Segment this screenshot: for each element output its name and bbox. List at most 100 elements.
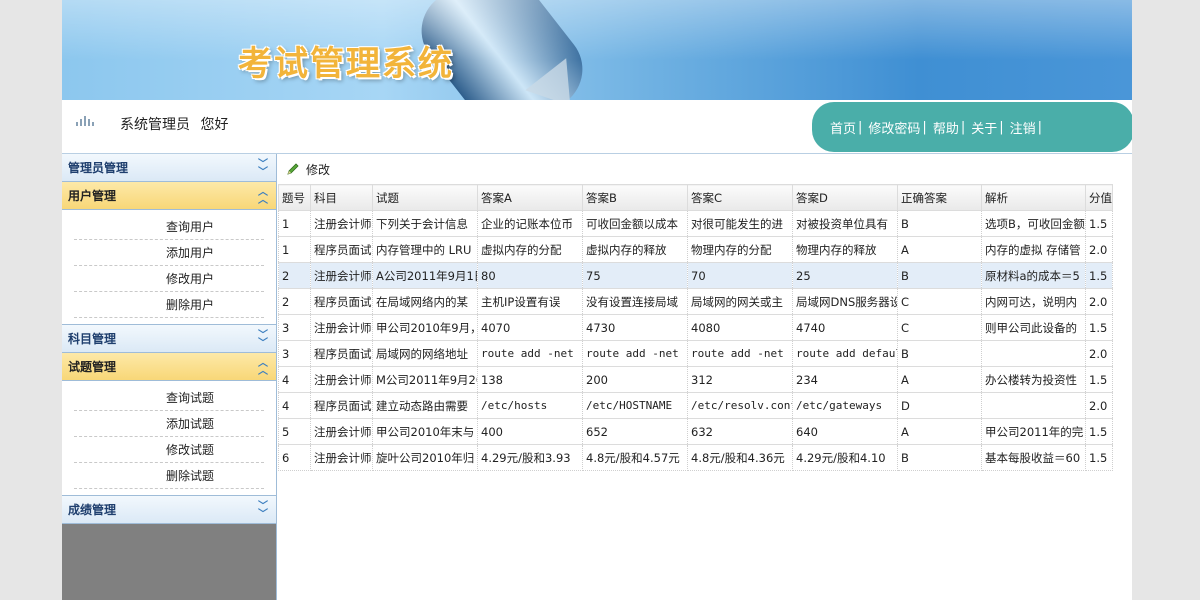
table-row[interactable]: 2 注册会计师 A公司2011年9月1日 80 75 70 25 B 原材料a的成本＝5 1.5 — [278, 262, 1113, 289]
sidebar-item-delete-user[interactable]: 删除用户 — [74, 292, 264, 318]
column-header-score[interactable]: 分值 — [1085, 184, 1113, 211]
table-row[interactable]: 5 注册会计师 甲公司2010年末与 400 652 632 640 A 甲公司2011年的完 1… — [278, 418, 1113, 445]
column-header-answer-c[interactable]: 答案C — [687, 184, 793, 211]
table-row[interactable]: 3 注册会计师 甲公司2010年9月， 4070 4730 4080 4740 C 则甲公司此设… — [278, 314, 1113, 341]
cell-correct: A — [897, 418, 982, 445]
sidebar-group-questions[interactable]: 试题管理 ︿ ︿ — [62, 353, 276, 381]
nav-logout[interactable]: 注销 — [1010, 118, 1036, 137]
cell-question: 甲公司2010年末与 — [372, 418, 478, 445]
cell-explanation: 基本每股收益＝60 — [981, 444, 1086, 471]
edit-button[interactable]: 修改 — [286, 161, 330, 178]
main-panel: 修改 题号 科目 试题 答案A 答案B 答案C 答案D 正确答案 解析 分值 1 注册会计师 下列关于… — [278, 154, 1132, 600]
column-header-answer-d[interactable]: 答案D — [792, 184, 898, 211]
chevron-down-icon: ﹀ ﹀ — [258, 158, 268, 178]
cell-explanation: 内存的虚拟 存储管 — [981, 236, 1086, 263]
cell-score: 2.0 — [1085, 392, 1113, 419]
cell-subject: 注册会计师 — [310, 366, 373, 393]
nav-change-password[interactable]: 修改密码 — [868, 118, 920, 137]
sidebar-item-query-question[interactable]: 查询试题 — [74, 385, 264, 411]
cell-id: 6 — [278, 444, 311, 471]
cell-explanation: 则甲公司此设备的 — [981, 314, 1086, 341]
greeting: 您好 — [200, 117, 229, 133]
cell-correct: B — [897, 210, 982, 237]
column-header-subject[interactable]: 科目 — [310, 184, 373, 211]
table-row[interactable]: 1 注册会计师 下列关于会计信息 企业的记账本位币 可收回金额以成本 对很可能发生的进 对被… — [278, 210, 1113, 237]
cell-answer-a: 400 — [477, 418, 583, 445]
user-role: 系统管理员 — [120, 117, 190, 133]
cell-answer-b: /etc/HOSTNAME — [582, 392, 688, 419]
cell-score: 2.0 — [1085, 288, 1113, 315]
welcome-text: 系统管理员 您好 — [120, 114, 228, 134]
cell-answer-c: 物理内存的分配 — [687, 236, 793, 263]
cell-answer-a: 138 — [477, 366, 583, 393]
cell-answer-c: 312 — [687, 366, 793, 393]
table-row[interactable]: 6 注册会计师 旋叶公司2010年归 4.29元/股和3.93 4.8元/股和4.57元… — [278, 444, 1113, 471]
sidebar-item-delete-question[interactable]: 删除试题 — [74, 463, 264, 489]
column-header-explanation[interactable]: 解析 — [981, 184, 1086, 211]
column-header-answer-a[interactable]: 答案A — [477, 184, 583, 211]
sidebar-group-label: 成绩管理 — [68, 503, 117, 517]
cell-question: 在局域网络内的某 — [372, 288, 478, 315]
cell-answer-a: 4070 — [477, 314, 583, 341]
cell-correct: C — [897, 314, 982, 341]
cell-score: 1.5 — [1085, 314, 1113, 341]
column-header-question[interactable]: 试题 — [372, 184, 478, 211]
cell-id: 2 — [278, 262, 311, 289]
column-header-answer-b[interactable]: 答案B — [582, 184, 688, 211]
cell-answer-b: 虚拟内存的释放 — [582, 236, 688, 263]
top-nav: 首页 | 修改密码 | 帮助 | 关于 | 注销 | — [812, 102, 1132, 152]
cell-answer-c: 局域网的网关或主 — [687, 288, 793, 315]
cell-answer-d: 物理内存的释放 — [792, 236, 898, 263]
cell-answer-d: 局域网DNS服务器设 — [792, 288, 898, 315]
table-body: 1 注册会计师 下列关于会计信息 企业的记账本位币 可收回金额以成本 对很可能发生的进 对被… — [278, 210, 1113, 471]
cell-explanation — [981, 340, 1086, 367]
sidebar-group-admin[interactable]: 管理员管理 ﹀ ﹀ — [62, 154, 276, 182]
sidebar-group-subjects[interactable]: 科目管理 ﹀ ﹀ — [62, 325, 276, 353]
sidebar-item-add-user[interactable]: 添加用户 — [74, 240, 264, 266]
cell-score: 1.5 — [1085, 210, 1113, 237]
questions-table: 题号 科目 试题 答案A 答案B 答案C 答案D 正确答案 解析 分值 1 注册会计师 下列关于会计信… — [278, 184, 1113, 471]
sidebar-group-label: 用户管理 — [68, 189, 117, 203]
table-row[interactable]: 1 程序员面试 内存管理中的 LRU 虚拟内存的分配 虚拟内存的释放 物理内存的分配 物理内… — [278, 236, 1113, 263]
table-row[interactable]: 4 程序员面试 建立动态路由需要/etc/hosts/etc/HOSTNAME/et… — [278, 392, 1113, 419]
welcome-bar: 系统管理员 您好 首页 | 修改密码 | 帮助 | 关于 | 注销 | — [62, 100, 1132, 154]
cell-explanation: 办公楼转为投资性 — [981, 366, 1086, 393]
cell-score: 1.5 — [1085, 444, 1113, 471]
nav-separator: | — [858, 119, 863, 135]
edit-label: 修改 — [306, 162, 331, 177]
cell-answer-c: 4080 — [687, 314, 793, 341]
cell-subject: 注册会计师 — [310, 444, 373, 471]
cell-answer-b: 可收回金额以成本 — [582, 210, 688, 237]
sidebar-item-edit-user[interactable]: 修改用户 — [74, 266, 264, 292]
nav-about[interactable]: 关于 — [971, 118, 997, 137]
nav-help[interactable]: 帮助 — [933, 118, 959, 137]
table-header-row: 题号 科目 试题 答案A 答案B 答案C 答案D 正确答案 解析 分值 — [278, 184, 1113, 211]
cell-answer-b: 652 — [582, 418, 688, 445]
cell-explanation: 选项B，可收回金额 — [981, 210, 1086, 237]
cell-subject: 程序员面试 — [310, 392, 373, 419]
cell-subject: 注册会计师 — [310, 210, 373, 237]
table-row[interactable]: 4 注册会计师 M公司2011年9月20 138 200 312 234 A 办公楼转为投资性 1… — [278, 366, 1113, 393]
sidebar-item-query-user[interactable]: 查询用户 — [74, 214, 264, 240]
sidebar-item-edit-question[interactable]: 修改试题 — [74, 437, 264, 463]
column-header-correct[interactable]: 正确答案 — [897, 184, 982, 211]
sidebar-group-scores[interactable]: 成绩管理 ﹀ ﹀ — [62, 496, 276, 524]
cell-answer-c: 4.8元/股和4.36元 — [687, 444, 793, 471]
cell-question: M公司2011年9月20 — [372, 366, 478, 393]
cell-question: 局域网的网络地址 — [372, 340, 478, 367]
table-row[interactable]: 3 程序员面试 局域网的网络地址 route add -net route add -n… — [278, 340, 1113, 367]
cell-answer-a: route add -net — [477, 340, 583, 367]
sidebar-item-add-question[interactable]: 添加试题 — [74, 411, 264, 437]
cell-question: 甲公司2010年9月， — [372, 314, 478, 341]
cell-score: 1.5 — [1085, 262, 1113, 289]
nav-home[interactable]: 首页 — [830, 118, 856, 137]
cell-answer-a: 主机IP设置有误 — [477, 288, 583, 315]
table-row[interactable]: 2 程序员面试 在局域网络内的某 主机IP设置有误 没有设置连接局域 局域网的网关或主 局域… — [278, 288, 1113, 315]
app-frame: 考试管理系统 系统管理员 您好 首页 | 修改密码 | 帮助 | 关于 | 注销 | 管理… — [62, 0, 1132, 600]
sidebar-group-label: 科目管理 — [68, 332, 117, 346]
cell-answer-b: 75 — [582, 262, 688, 289]
sidebar-group-users[interactable]: 用户管理 ︿ ︿ — [62, 182, 276, 210]
column-header-id[interactable]: 题号 — [278, 184, 311, 211]
cell-answer-a: 80 — [477, 262, 583, 289]
sidebar-group-label: 试题管理 — [68, 360, 117, 374]
